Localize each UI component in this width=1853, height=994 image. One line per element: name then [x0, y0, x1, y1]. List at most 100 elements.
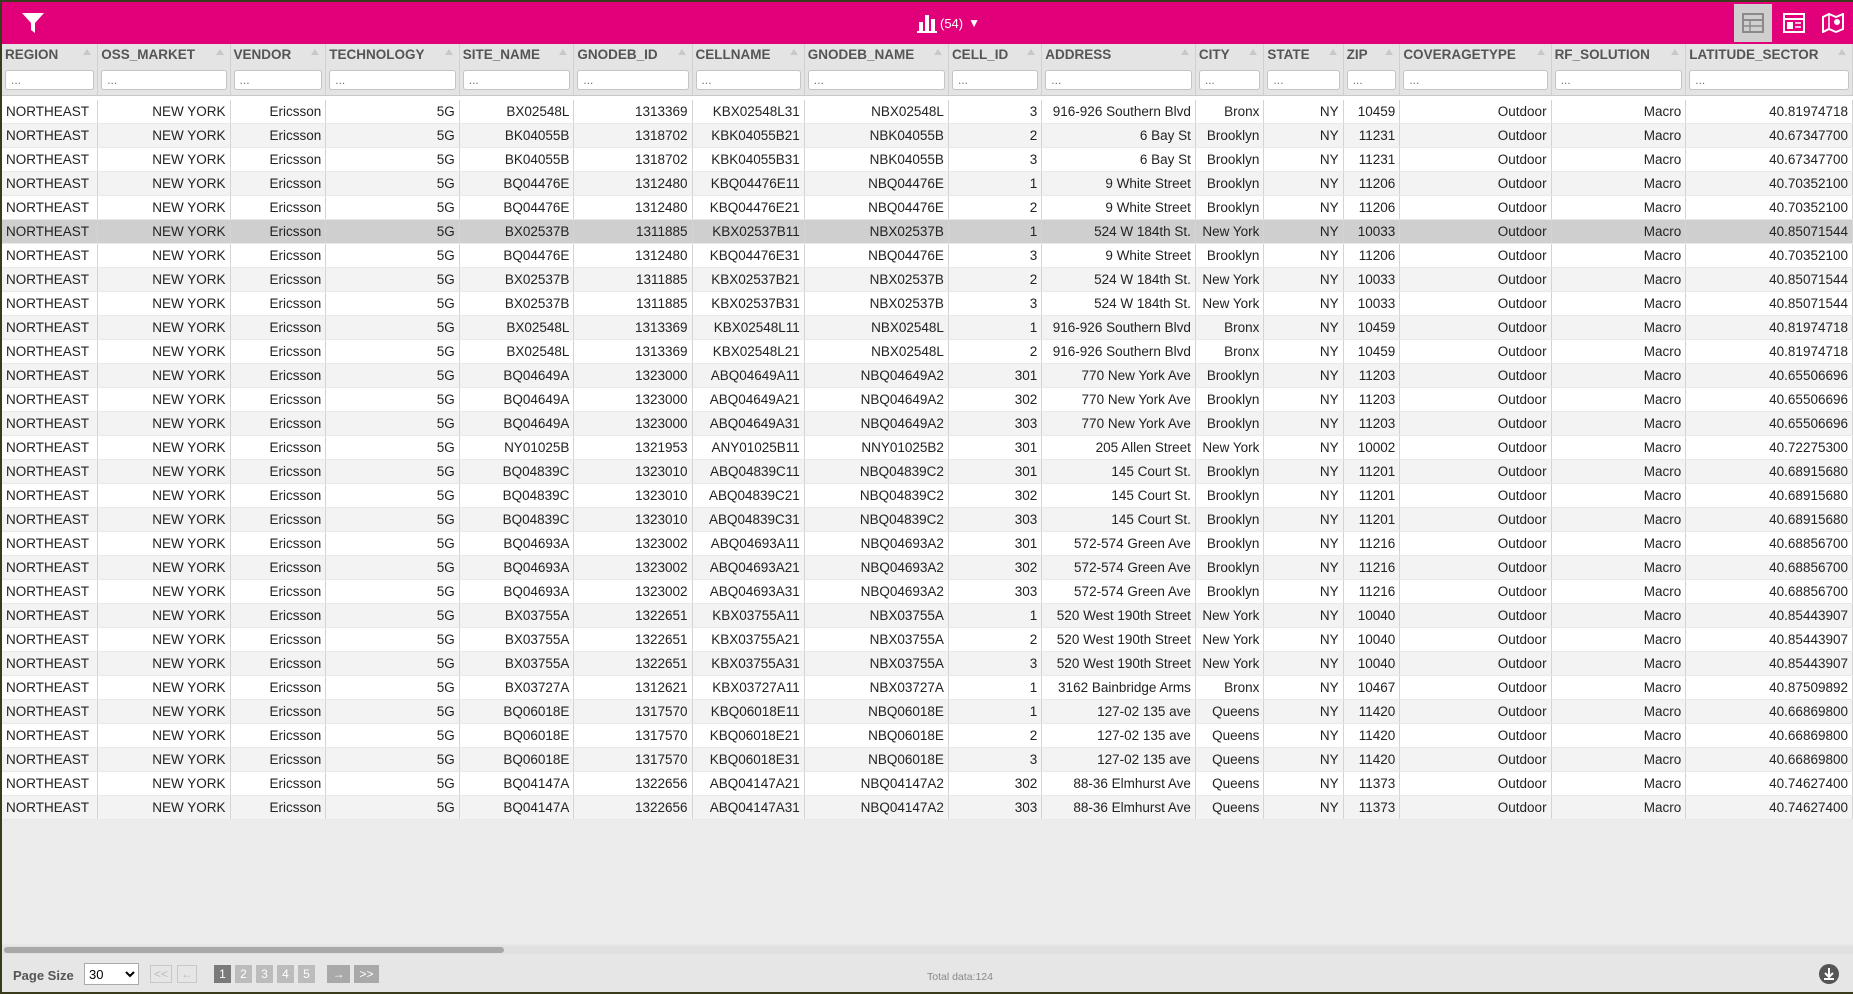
table-row[interactable]: NORTHEAST NEW YORK Ericsson 5G BQ04649A 13230…: [2, 363, 1853, 388]
report-view-button[interactable]: [1775, 4, 1813, 42]
column-header-gnodeb-name[interactable]: GNODEB_NAME: [804, 44, 949, 65]
column-header-latitude-sector[interactable]: LATITUDE_SECTOR: [1685, 44, 1853, 65]
table-row[interactable]: NORTHEAST NEW YORK Ericsson 5G BX03755A 13226…: [2, 603, 1853, 628]
chart-selector[interactable]: (54) ▼: [917, 10, 980, 36]
table-row[interactable]: NORTHEAST NEW YORK Ericsson 5G BX03755A 13226…: [2, 627, 1853, 652]
table-row[interactable]: NORTHEAST NEW YORK Ericsson 5G BK04055B 13187…: [2, 147, 1853, 172]
table-row[interactable]: NORTHEAST NEW YORK Ericsson 5G NY01025B 13219…: [2, 435, 1853, 460]
horizontal-scrollbar[interactable]: [2, 946, 1853, 954]
table-row[interactable]: NORTHEAST NEW YORK Ericsson 5G BQ04693A 13230…: [2, 555, 1853, 580]
chart-count: (54): [940, 15, 964, 31]
sort-arrow-icon[interactable]: [1180, 49, 1189, 55]
table-row[interactable]: NORTHEAST NEW YORK Ericsson 5G BQ04476E 13124…: [2, 171, 1853, 196]
column-header-gnodeb-id[interactable]: GNODEB_ID: [573, 44, 693, 65]
table-row[interactable]: NORTHEAST NEW YORK Ericsson 5G BX02548L 13133…: [2, 100, 1853, 124]
sort-arrow-icon[interactable]: [677, 49, 686, 55]
sort-arrow-icon[interactable]: [444, 49, 453, 55]
column-header-address[interactable]: ADDRESS: [1041, 44, 1196, 65]
prev-page-button[interactable]: ←: [177, 965, 197, 983]
table-row[interactable]: NORTHEAST NEW YORK Ericsson 5G BQ06018E 13175…: [2, 747, 1853, 772]
column-header-city[interactable]: CITY: [1195, 44, 1265, 65]
column-header-vendor[interactable]: VENDOR: [230, 44, 327, 65]
table-row[interactable]: NORTHEAST NEW YORK Ericsson 5G BQ04649A 13230…: [2, 411, 1853, 436]
filter-input-latitude-sector[interactable]: [1689, 70, 1849, 90]
page-button-1[interactable]: 1: [214, 965, 231, 983]
page-button-4[interactable]: 4: [277, 965, 294, 983]
filter-button[interactable]: [20, 11, 46, 35]
filter-input-oss-market[interactable]: [101, 70, 227, 90]
cell-city: New York: [1195, 627, 1265, 652]
sort-arrow-icon[interactable]: [1385, 49, 1394, 55]
first-page-button[interactable]: <<: [150, 965, 172, 983]
table-row[interactable]: NORTHEAST NEW YORK Ericsson 5G BQ04476E 13124…: [2, 195, 1853, 220]
table-row[interactable]: NORTHEAST NEW YORK Ericsson 5G BQ04476E 13124…: [2, 243, 1853, 268]
page-button-5[interactable]: 5: [298, 965, 315, 983]
filter-input-city[interactable]: [1198, 70, 1261, 90]
cell-gnodeb-id: 1321953: [573, 435, 693, 460]
page-button-2[interactable]: 2: [235, 965, 252, 983]
table-row[interactable]: NORTHEAST NEW YORK Ericsson 5G BQ06018E 13175…: [2, 723, 1853, 748]
filter-input-technology[interactable]: [329, 70, 456, 90]
filter-input-gnodeb-name[interactable]: [807, 70, 945, 90]
table-row[interactable]: NORTHEAST NEW YORK Ericsson 5G BK04055B 13187…: [2, 123, 1853, 148]
column-header-state[interactable]: STATE: [1263, 44, 1344, 65]
column-header-cell-id[interactable]: CELL_ID: [948, 44, 1043, 65]
table-row[interactable]: NORTHEAST NEW YORK Ericsson 5G BQ04147A 13226…: [2, 795, 1853, 820]
sort-arrow-icon[interactable]: [559, 49, 568, 55]
column-header-oss-market[interactable]: OSS_MARKET: [97, 44, 231, 65]
cell-rf-solution: Macro: [1551, 531, 1687, 556]
table-row[interactable]: NORTHEAST NEW YORK Ericsson 5G BQ04839C 13230…: [2, 507, 1853, 532]
sort-arrow-icon[interactable]: [933, 49, 942, 55]
last-page-button[interactable]: >>: [354, 965, 379, 983]
table-row[interactable]: NORTHEAST NEW YORK Ericsson 5G BQ04839C 13230…: [2, 483, 1853, 508]
next-page-button[interactable]: →: [327, 965, 350, 983]
filter-input-cellname[interactable]: [695, 70, 801, 90]
table-row[interactable]: NORTHEAST NEW YORK Ericsson 5G BQ04693A 13230…: [2, 531, 1853, 556]
sort-arrow-icon[interactable]: [1536, 49, 1545, 55]
table-row[interactable]: NORTHEAST NEW YORK Ericsson 5G BX02537B 13118…: [2, 291, 1853, 316]
sort-arrow-icon[interactable]: [789, 49, 798, 55]
filter-input-cell-id[interactable]: [951, 70, 1039, 90]
table-row[interactable]: NORTHEAST NEW YORK Ericsson 5G BX02548L 13133…: [2, 315, 1853, 340]
column-header-rf-solution[interactable]: RF_SOLUTION: [1551, 44, 1687, 65]
download-button[interactable]: [1819, 964, 1839, 984]
column-header-coveragetype[interactable]: COVERAGETYPE: [1399, 44, 1552, 65]
table-row[interactable]: NORTHEAST NEW YORK Ericsson 5G BQ04693A 13230…: [2, 579, 1853, 604]
map-view-button[interactable]: [1814, 4, 1852, 42]
column-header-region[interactable]: REGION: [2, 44, 99, 65]
table-row[interactable]: NORTHEAST NEW YORK Ericsson 5G BQ04649A 13230…: [2, 387, 1853, 412]
column-header-technology[interactable]: TECHNOLOGY: [325, 44, 460, 65]
scrollbar-thumb[interactable]: [4, 947, 504, 953]
table-row[interactable]: NORTHEAST NEW YORK Ericsson 5G BX03755A 13226…: [2, 651, 1853, 676]
page-button-3[interactable]: 3: [256, 965, 273, 983]
filter-input-address[interactable]: [1045, 70, 1192, 90]
table-row[interactable]: NORTHEAST NEW YORK Ericsson 5G BX02548L 13133…: [2, 339, 1853, 364]
table-row[interactable]: NORTHEAST NEW YORK Ericsson 5G BX02537B 13118…: [2, 267, 1853, 292]
filter-input-coveragetype[interactable]: [1403, 70, 1548, 90]
table-row[interactable]: NORTHEAST NEW YORK Ericsson 5G BX03727A 13126…: [2, 675, 1853, 700]
filter-input-state[interactable]: [1267, 70, 1340, 90]
page-size-select[interactable]: 30: [84, 963, 139, 985]
table-row[interactable]: NORTHEAST NEW YORK Ericsson 5G BQ04147A 13226…: [2, 771, 1853, 796]
column-header-zip[interactable]: ZIP: [1343, 44, 1401, 65]
table-row[interactable]: NORTHEAST NEW YORK Ericsson 5G BQ06018E 13175…: [2, 699, 1853, 724]
column-header-cellname[interactable]: CELLNAME: [692, 44, 805, 65]
sort-arrow-icon[interactable]: [215, 49, 224, 55]
filter-input-rf-solution[interactable]: [1554, 70, 1683, 90]
sort-arrow-icon[interactable]: [1838, 49, 1846, 55]
sort-arrow-icon[interactable]: [1249, 49, 1258, 55]
table-row[interactable]: NORTHEAST NEW YORK Ericsson 5G BX02537B 13118…: [2, 219, 1853, 244]
sort-arrow-icon[interactable]: [1027, 49, 1036, 55]
filter-input-site-name[interactable]: [462, 70, 571, 90]
table-row[interactable]: NORTHEAST NEW YORK Ericsson 5G BQ04839C 13230…: [2, 459, 1853, 484]
filter-input-gnodeb-id[interactable]: [577, 70, 689, 90]
sort-arrow-icon[interactable]: [1671, 49, 1680, 55]
sort-arrow-icon[interactable]: [83, 49, 92, 55]
sort-arrow-icon[interactable]: [1328, 49, 1337, 55]
grid-view-button[interactable]: [1734, 4, 1772, 42]
filter-input-zip[interactable]: [1346, 70, 1397, 90]
filter-input-region[interactable]: [5, 70, 95, 90]
column-header-site-name[interactable]: SITE_NAME: [459, 44, 575, 65]
filter-input-vendor[interactable]: [233, 70, 323, 90]
sort-arrow-icon[interactable]: [311, 49, 320, 55]
